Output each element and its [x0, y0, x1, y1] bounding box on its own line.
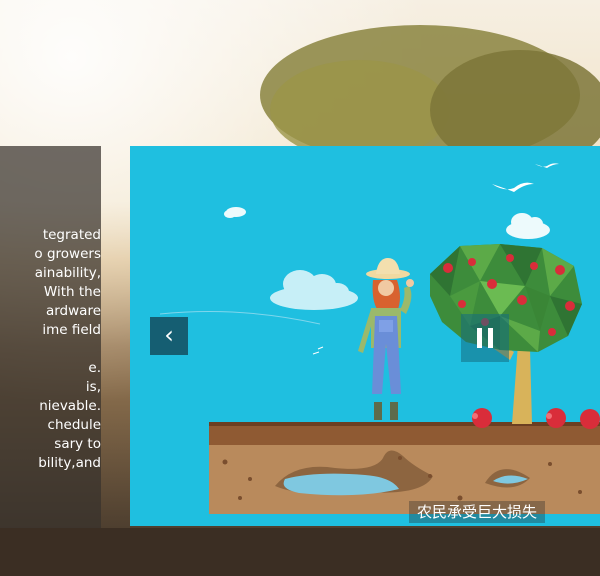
intro-text-line: ime field: [42, 322, 101, 338]
intro-text-line: bility,and: [38, 455, 101, 471]
pause-button[interactable]: [461, 314, 509, 362]
pause-icon: [488, 328, 493, 348]
cloud-icon: [506, 213, 550, 239]
chevron-left-icon: ‹: [164, 320, 174, 349]
intro-text-line: ardware: [45, 303, 101, 319]
intro-text-line: is,: [85, 379, 101, 395]
intro-text-line: ainability,: [34, 265, 101, 281]
intro-text-line: o growers: [34, 246, 101, 262]
intro-text-line: With the: [43, 284, 101, 300]
cloud-icon: [270, 270, 358, 310]
intro-text-line: e.: [88, 360, 101, 376]
intro-text-line: sary to: [54, 436, 101, 452]
video-player[interactable]: ‹ 农民承受巨大损失: [130, 146, 600, 526]
farmer-character: [358, 258, 414, 420]
cloud-icon: [224, 207, 246, 218]
bird-icon: [535, 163, 559, 168]
intro-text-panel: tegrated o growers ainability, With the …: [0, 146, 101, 528]
intro-text-line: chedule: [47, 417, 101, 433]
intro-text-line: nievable.: [39, 398, 101, 414]
intro-text-line: tegrated: [42, 227, 101, 243]
animation-scene: [159, 163, 600, 514]
previous-button[interactable]: ‹: [150, 317, 188, 355]
video-subtitle: 农民承受巨大损失: [409, 501, 546, 523]
pause-icon: [477, 328, 482, 348]
bird-icon: [492, 182, 534, 192]
